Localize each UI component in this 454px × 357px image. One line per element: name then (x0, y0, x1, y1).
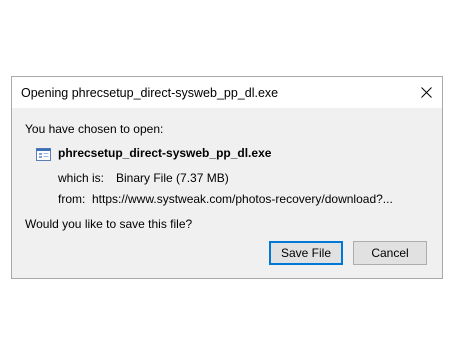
intro-text: You have chosen to open: (25, 122, 164, 136)
download-dialog: Opening phrecsetup_direct-sysweb_pp_dl.e… (11, 76, 443, 279)
from-label: from: (58, 192, 86, 206)
which-is-value: Binary File (7.37 MB) (116, 171, 229, 185)
from-value: https://www.systweak.com/photos-recovery… (92, 192, 393, 206)
which-is-label: which is: (58, 171, 105, 185)
save-question: Would you like to save this file? (25, 217, 193, 231)
dialog-content: You have chosen to open: phrecsetup_dire… (12, 108, 442, 278)
file-icon (36, 148, 51, 161)
close-button[interactable] (410, 77, 442, 108)
filename: phrecsetup_direct-sysweb_pp_dl.exe (58, 146, 272, 160)
from-row: from: https://www.systweak.com/photos-rec… (58, 192, 393, 206)
file-type-row: which is: Binary File (7.37 MB) (58, 171, 229, 185)
cancel-button[interactable]: Cancel (353, 241, 427, 265)
title-bar: Opening phrecsetup_direct-sysweb_pp_dl.e… (12, 77, 442, 108)
close-icon (420, 87, 432, 98)
save-file-button[interactable]: Save File (269, 241, 343, 265)
dialog-title: Opening phrecsetup_direct-sysweb_pp_dl.e… (21, 86, 279, 100)
